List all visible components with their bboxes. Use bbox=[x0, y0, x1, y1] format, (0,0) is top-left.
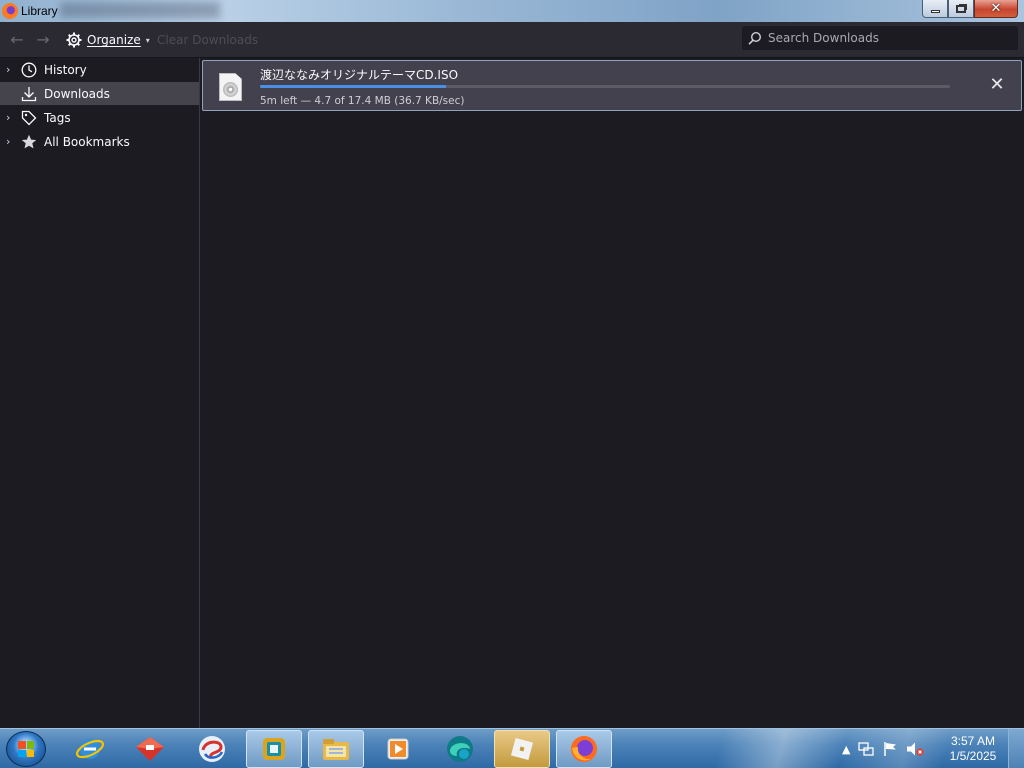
taskbar-media-player[interactable] bbox=[370, 730, 426, 768]
sidebar-item-all-bookmarks[interactable]: › All Bookmarks bbox=[0, 130, 199, 153]
sidebar-item-label: Downloads bbox=[44, 86, 110, 101]
volume-muted-icon[interactable] bbox=[906, 741, 925, 757]
taskbar-internet-explorer[interactable] bbox=[62, 730, 118, 768]
action-center-flag-icon[interactable] bbox=[882, 741, 898, 757]
minimize-button[interactable] bbox=[922, 0, 948, 18]
swirl-app-icon bbox=[199, 736, 225, 762]
back-button[interactable]: ← bbox=[8, 31, 26, 49]
start-button[interactable] bbox=[6, 731, 46, 767]
media-player-icon bbox=[387, 738, 409, 760]
network-icon[interactable] bbox=[858, 741, 875, 757]
download-status: 5m left — 4.7 of 17.4 MB (36.7 KB/sec) bbox=[260, 95, 465, 107]
back-arrow-icon: ← bbox=[10, 30, 24, 49]
taskbar-firefox[interactable] bbox=[556, 730, 612, 768]
edge-app-icon bbox=[447, 736, 473, 762]
title-bar-blur bbox=[60, 2, 220, 18]
forward-arrow-icon: → bbox=[36, 30, 50, 49]
tag-icon bbox=[20, 109, 38, 127]
file-explorer-icon bbox=[323, 739, 349, 760]
gear-icon bbox=[66, 32, 82, 48]
toolbox-app-icon bbox=[136, 737, 164, 761]
sidebar-item-downloads[interactable]: Downloads bbox=[0, 82, 199, 105]
taskbar-toolbox-app[interactable] bbox=[122, 730, 178, 768]
disc-image-file-icon bbox=[219, 73, 242, 101]
sidebar-item-label: Tags bbox=[44, 110, 71, 125]
tray-expand-icon[interactable]: ▲ bbox=[842, 743, 850, 756]
clear-downloads-button[interactable]: Clear Downloads bbox=[157, 33, 258, 47]
taskbar-file-explorer[interactable] bbox=[308, 730, 364, 768]
chevron-right-icon[interactable]: › bbox=[6, 135, 20, 148]
sidebar-item-label: History bbox=[44, 62, 87, 77]
download-progress-fill bbox=[260, 85, 447, 88]
window-title-bar[interactable]: Library ✕ bbox=[0, 0, 1024, 22]
download-icon bbox=[20, 85, 38, 103]
clock-time: 3:57 AM bbox=[950, 734, 996, 748]
cancel-download-button[interactable]: ✕ bbox=[987, 75, 1007, 95]
sidebar-item-label: All Bookmarks bbox=[44, 134, 130, 149]
chevron-down-icon: ▾ bbox=[145, 35, 150, 45]
download-filename: 渡辺ななみオリジナルテーマCD.ISO bbox=[260, 68, 459, 82]
search-box[interactable] bbox=[742, 26, 1018, 50]
download-progress-bar bbox=[260, 85, 950, 88]
system-tray: ▲ bbox=[842, 729, 925, 768]
clock-icon bbox=[20, 61, 38, 79]
star-icon bbox=[20, 133, 38, 151]
close-icon: ✕ bbox=[989, 74, 1005, 95]
search-icon bbox=[748, 31, 762, 45]
sidebar-item-tags[interactable]: › Tags bbox=[0, 106, 199, 129]
search-downloads-input[interactable] bbox=[768, 31, 1008, 45]
restore-button[interactable] bbox=[948, 0, 974, 18]
taskbar-teal-app[interactable] bbox=[246, 730, 302, 768]
taskbar-swirl-app[interactable] bbox=[184, 730, 240, 768]
window-controls: ✕ bbox=[922, 0, 1018, 18]
library-sidebar: › History Downloads › Tags › All Bookmar… bbox=[0, 58, 200, 728]
downloads-list: 渡辺ななみオリジナルテーマCD.ISO 5m left — 4.7 of 17.… bbox=[201, 58, 1024, 728]
windows-taskbar: ▲ 3:57 AM 1/5/2025 bbox=[0, 728, 1024, 768]
minimize-icon bbox=[930, 10, 940, 13]
firefox-icon bbox=[571, 736, 597, 762]
taskbar-edge-app[interactable] bbox=[432, 730, 488, 768]
organize-label: Organize bbox=[87, 33, 141, 47]
clock-date: 1/5/2025 bbox=[949, 749, 997, 763]
close-button[interactable]: ✕ bbox=[974, 0, 1018, 18]
show-desktop-button[interactable] bbox=[1008, 729, 1024, 768]
taskbar-roblox[interactable] bbox=[494, 730, 550, 768]
disc-icon bbox=[223, 82, 238, 97]
windows-logo-icon bbox=[18, 741, 34, 757]
organize-menu-button[interactable]: Organize ▾ bbox=[66, 31, 150, 49]
teal-app-icon bbox=[263, 738, 285, 760]
taskbar-clock[interactable]: 3:57 AM 1/5/2025 bbox=[944, 734, 1002, 764]
chevron-right-icon[interactable]: › bbox=[6, 111, 20, 124]
restore-icon bbox=[956, 4, 966, 13]
chevron-right-icon[interactable]: › bbox=[6, 63, 20, 76]
forward-button[interactable]: → bbox=[34, 31, 52, 49]
firefox-icon bbox=[2, 3, 18, 19]
sidebar-item-history[interactable]: › History bbox=[0, 58, 199, 81]
roblox-icon bbox=[510, 737, 534, 761]
window-title: Library bbox=[21, 4, 58, 18]
internet-explorer-icon bbox=[75, 739, 105, 759]
close-icon: ✕ bbox=[990, 1, 1002, 16]
download-item[interactable]: 渡辺ななみオリジナルテーマCD.ISO 5m left — 4.7 of 17.… bbox=[202, 60, 1022, 111]
